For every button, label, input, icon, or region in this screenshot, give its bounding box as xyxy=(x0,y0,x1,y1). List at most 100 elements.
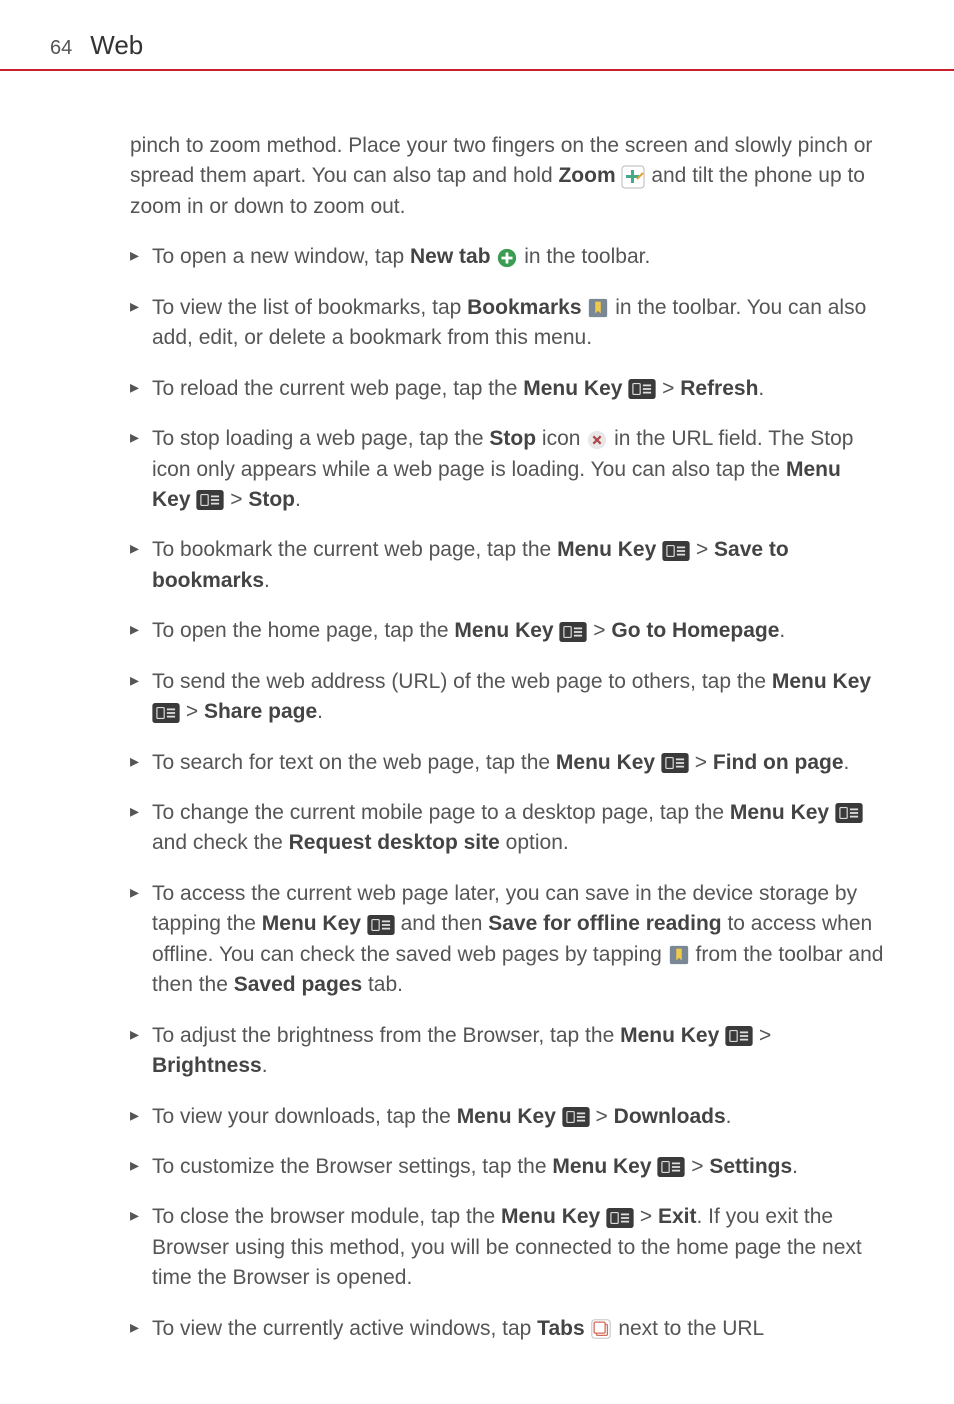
text: in the toolbar. xyxy=(518,245,650,268)
menu-key-label: Menu Key xyxy=(523,377,622,400)
text: To open a new window, tap xyxy=(152,245,410,268)
list-item: To open a new window, tap New tab in the… xyxy=(130,242,884,272)
menu-key-label: Menu Key xyxy=(556,751,655,774)
menu-key-icon xyxy=(657,1157,685,1177)
brightness-label: Brightness xyxy=(152,1054,262,1077)
text: > xyxy=(634,1205,658,1228)
text: > xyxy=(656,377,680,400)
text: and check the xyxy=(152,831,289,854)
text: . xyxy=(264,569,270,592)
menu-key-icon xyxy=(606,1208,634,1228)
text: > xyxy=(689,751,713,774)
text: To adjust the brightness from the Browse… xyxy=(152,1024,620,1047)
text: > xyxy=(690,538,714,561)
menu-key-label: Menu Key xyxy=(454,619,553,642)
text: option. xyxy=(500,831,569,854)
menu-key-icon xyxy=(367,915,395,935)
text: > xyxy=(753,1024,771,1047)
list-item: To view the currently active windows, ta… xyxy=(130,1314,884,1344)
menu-key-icon xyxy=(559,622,587,642)
list-item: To view your downloads, tap the Menu Key… xyxy=(130,1102,884,1132)
text: > xyxy=(180,700,204,723)
list-item: To access the current web page later, yo… xyxy=(130,879,884,1001)
stop-label: Stop xyxy=(248,488,295,511)
text: . xyxy=(295,488,301,511)
text: To customize the Browser settings, tap t… xyxy=(152,1155,552,1178)
zoom-label: Zoom xyxy=(558,164,615,187)
page-header: 64 Web xyxy=(0,0,954,71)
offline-reading-label: Save for offline reading xyxy=(488,912,721,935)
menu-key-icon xyxy=(562,1107,590,1127)
text: To view your downloads, tap the xyxy=(152,1105,457,1128)
list-item: To reload the current web page, tap the … xyxy=(130,374,884,404)
text: . xyxy=(262,1054,268,1077)
share-page-label: Share page xyxy=(204,700,317,723)
text: . xyxy=(792,1155,798,1178)
list-item: To send the web address (URL) of the web… xyxy=(130,667,884,728)
text: To search for text on the web page, tap … xyxy=(152,751,556,774)
saved-pages-label: Saved pages xyxy=(234,973,362,996)
text: > xyxy=(590,1105,614,1128)
text: To open the home page, tap the xyxy=(152,619,454,642)
desktop-site-label: Request desktop site xyxy=(289,831,500,854)
bookmark-icon xyxy=(587,297,609,319)
text: . xyxy=(844,751,850,774)
instruction-list: To open a new window, tap New tab in the… xyxy=(130,242,884,1344)
text: > xyxy=(685,1155,709,1178)
text: To close the browser module, tap the xyxy=(152,1205,501,1228)
menu-key-label: Menu Key xyxy=(262,912,361,935)
menu-key-label: Menu Key xyxy=(457,1105,556,1128)
text: To bookmark the current web page, tap th… xyxy=(152,538,557,561)
text: To change the current mobile page to a d… xyxy=(152,801,730,824)
menu-key-label: Menu Key xyxy=(772,670,871,693)
text: To send the web address (URL) of the web… xyxy=(152,670,772,693)
tabs-label: Tabs xyxy=(537,1317,584,1340)
text: To view the currently active windows, ta… xyxy=(152,1317,537,1340)
menu-key-icon xyxy=(725,1026,753,1046)
text: tab. xyxy=(362,973,403,996)
menu-key-icon xyxy=(628,379,656,399)
menu-key-label: Menu Key xyxy=(730,801,829,824)
text: > xyxy=(587,619,611,642)
find-on-page-label: Find on page xyxy=(713,751,844,774)
exit-label: Exit xyxy=(658,1205,697,1228)
list-item: To bookmark the current web page, tap th… xyxy=(130,535,884,596)
stop-label: Stop xyxy=(489,427,536,450)
text: icon xyxy=(536,427,586,450)
text: next to the URL xyxy=(612,1317,764,1340)
text: To view the list of bookmarks, tap xyxy=(152,296,467,319)
list-item: To stop loading a web page, tap the Stop… xyxy=(130,424,884,515)
list-item: To view the list of bookmarks, tap Bookm… xyxy=(130,293,884,354)
list-item: To search for text on the web page, tap … xyxy=(130,748,884,778)
text: . xyxy=(317,700,323,723)
text: . xyxy=(726,1105,732,1128)
text: . xyxy=(758,377,764,400)
text: To reload the current web page, tap the xyxy=(152,377,523,400)
page-number: 64 xyxy=(50,37,72,60)
page-title: Web xyxy=(90,30,143,61)
list-item: To customize the Browser settings, tap t… xyxy=(130,1152,884,1182)
text: . xyxy=(779,619,785,642)
tabs-icon xyxy=(590,1318,612,1340)
menu-key-label: Menu Key xyxy=(620,1024,719,1047)
bookmarks-label: Bookmarks xyxy=(467,296,581,319)
list-item: To open the home page, tap the Menu Key … xyxy=(130,616,884,646)
intro-paragraph: pinch to zoom method. Place your two fin… xyxy=(130,131,884,222)
menu-key-label: Menu Key xyxy=(552,1155,651,1178)
menu-key-icon xyxy=(662,541,690,561)
downloads-label: Downloads xyxy=(614,1105,726,1128)
bookmark-icon xyxy=(668,944,690,966)
settings-label: Settings xyxy=(709,1155,792,1178)
menu-key-icon xyxy=(661,753,689,773)
menu-key-icon xyxy=(196,490,224,510)
homepage-label: Go to Homepage xyxy=(611,619,779,642)
list-item: To close the browser module, tap the Men… xyxy=(130,1202,884,1293)
text: To stop loading a web page, tap the xyxy=(152,427,489,450)
menu-key-label: Menu Key xyxy=(501,1205,600,1228)
menu-key-label: Menu Key xyxy=(557,538,656,561)
page-content: pinch to zoom method. Place your two fin… xyxy=(0,71,954,1404)
text: and then xyxy=(395,912,488,935)
menu-key-icon xyxy=(152,703,180,723)
menu-key-icon xyxy=(835,803,863,823)
stop-circle-icon xyxy=(586,429,608,451)
